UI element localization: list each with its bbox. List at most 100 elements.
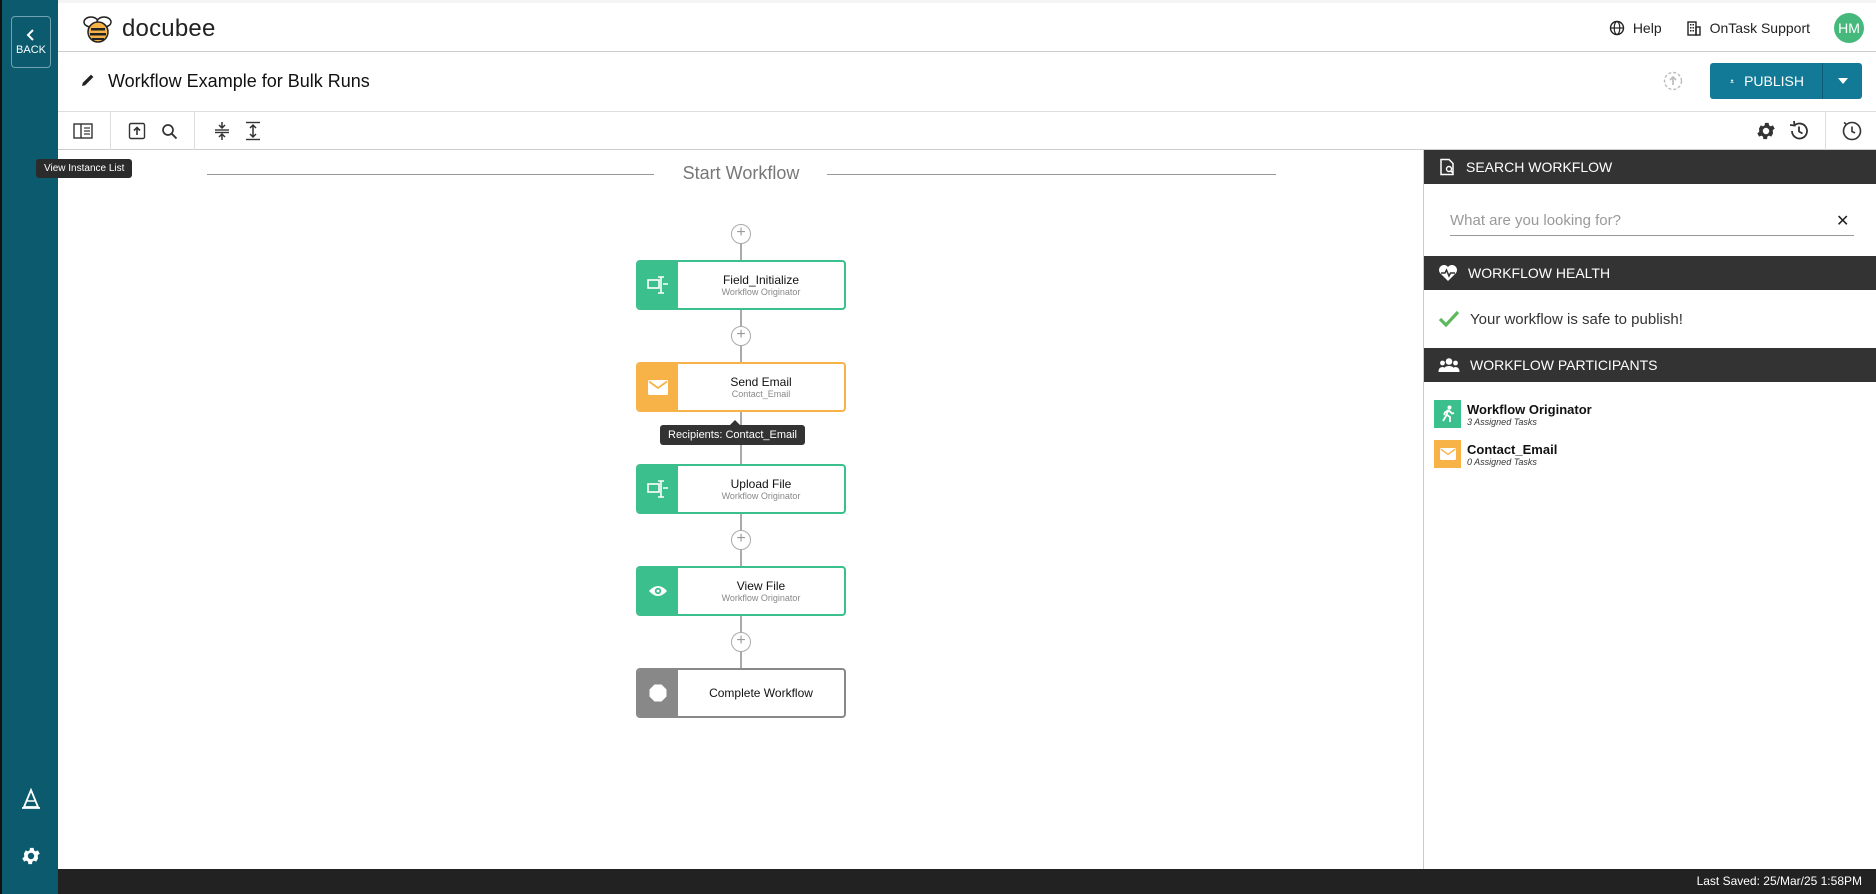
building-icon (1686, 21, 1701, 36)
view-instance-list-tooltip: View Instance List (36, 159, 133, 178)
status-footer: Last Saved: 25/Mar/25 1:58PM (58, 869, 1876, 894)
publish-label: PUBLISH (1744, 73, 1804, 89)
workflow-settings-button[interactable] (1753, 119, 1779, 143)
step-view-file[interactable]: View File Workflow Originator (636, 566, 846, 616)
form-task-icon (638, 262, 678, 308)
eye-icon (638, 568, 678, 614)
clear-search-icon[interactable]: ✕ (1836, 211, 1849, 231)
start-divider-line (827, 174, 1276, 175)
caret-down-icon (1837, 78, 1848, 84)
search-workflow-title: SEARCH WORKFLOW (1466, 159, 1613, 175)
search-workflow-input[interactable] (1450, 206, 1854, 236)
step-assignee: Workflow Originator (721, 593, 801, 603)
search-box: ✕ (1424, 184, 1876, 256)
step-complete-workflow[interactable]: Complete Workflow (636, 668, 846, 718)
health-message: Your workflow is safe to publish! (1470, 310, 1683, 328)
version-history-button[interactable] (1786, 119, 1812, 143)
step-title: Complete Workflow (709, 686, 813, 700)
chevron-left-icon (26, 28, 34, 41)
health-status: Your workflow is safe to publish! (1424, 290, 1876, 348)
participant-contact-email[interactable]: Contact_Email 0 Assigned Tasks (1424, 434, 1876, 474)
workflow-title[interactable]: Workflow Example for Bulk Runs (108, 71, 370, 92)
toolbar-divider (1825, 112, 1826, 150)
add-step-button[interactable]: + (731, 632, 751, 652)
form-task-icon (638, 466, 678, 512)
toggle-panel-button[interactable] (1839, 119, 1865, 143)
search-doc-icon (1440, 158, 1454, 176)
participant-tasks: 3 Assigned Tasks (1467, 416, 1537, 427)
publish-button[interactable]: PUBLISH (1710, 63, 1822, 99)
history-icon (1789, 120, 1808, 140)
add-step-button[interactable]: + (731, 326, 751, 346)
step-title: View File (736, 579, 786, 593)
user-avatar[interactable]: HM (1834, 13, 1864, 43)
step-assignee: Workflow Originator (721, 491, 801, 501)
step-title: Upload File (730, 477, 792, 491)
start-workflow-label: Start Workflow (682, 163, 800, 183)
gear-icon (1757, 122, 1775, 140)
workflow-health-header: WORKFLOW HEALTH (1424, 256, 1876, 290)
participant-name: Workflow Originator (1467, 401, 1592, 417)
workflow-participants-title: WORKFLOW PARTICIPANTS (1470, 357, 1658, 373)
back-label: BACK (16, 43, 46, 56)
add-step-button[interactable]: + (731, 224, 751, 244)
step-title: Send Email (730, 375, 792, 389)
last-saved-text: Last Saved: 25/Mar/25 1:58PM (1696, 874, 1862, 888)
workflow-health-title: WORKFLOW HEALTH (1468, 265, 1611, 281)
top-bar: docubee Help OnTask Support HM (58, 0, 1876, 52)
toolbar-divider (194, 112, 195, 150)
workflow-title-bar: Workflow Example for Bulk Runs PUBLISH (58, 52, 1876, 112)
heartbeat-icon (1439, 265, 1457, 281)
step-title: Field_Initialize (722, 273, 800, 287)
collapse-all-button[interactable] (209, 119, 235, 143)
walking-person-icon (1434, 400, 1461, 428)
logo-text: docubee (122, 15, 216, 42)
docubee-logo[interactable]: docubee (80, 13, 216, 45)
pencil-icon[interactable] (80, 72, 96, 88)
globe-icon (1609, 20, 1625, 36)
expand-all-button[interactable] (240, 119, 266, 143)
step-upload-file[interactable]: Upload File Workflow Originator (636, 464, 846, 514)
org-switcher[interactable]: OnTask Support (1686, 20, 1810, 36)
search-icon (161, 123, 177, 139)
publish-dropdown-button[interactable] (1822, 63, 1862, 99)
recipients-tooltip: Recipients: Contact_Email (660, 420, 806, 445)
sync-upload-icon[interactable] (1662, 70, 1684, 92)
collapse-icon (215, 122, 229, 140)
add-step-button[interactable]: + (731, 530, 751, 550)
stop-octagon-icon (638, 670, 678, 716)
upload-box-icon (128, 122, 146, 140)
expand-icon (246, 121, 260, 141)
toolbar-divider (110, 112, 111, 150)
envelope-icon (1434, 440, 1461, 468)
step-assignee: Workflow Originator (721, 287, 801, 297)
org-label: OnTask Support (1709, 20, 1810, 36)
workflow-participants-header: WORKFLOW PARTICIPANTS (1424, 348, 1876, 382)
gear-icon[interactable] (17, 842, 45, 870)
participant-name: Contact_Email (1467, 441, 1558, 457)
back-button[interactable]: BACK (11, 16, 51, 68)
workflow-side-panel: SEARCH WORKFLOW ✕ WORKFLOW HEALTH Your w… (1423, 150, 1876, 869)
bee-icon (83, 16, 112, 43)
start-divider-line (207, 174, 654, 175)
participant-workflow-originator[interactable]: Workflow Originator 3 Assigned Tasks (1424, 394, 1876, 434)
step-assignee: Contact_Email (731, 389, 791, 399)
canvas-toolbar (58, 112, 1876, 150)
people-icon (1438, 358, 1460, 372)
envelope-icon (638, 364, 678, 410)
help-label: Help (1632, 20, 1662, 36)
export-button[interactable] (124, 119, 150, 143)
panel-list-icon (73, 123, 93, 139)
instance-list-button[interactable] (70, 119, 96, 143)
step-send-email[interactable]: Send Email Contact_Email (636, 362, 846, 412)
help-link[interactable]: Help (1609, 20, 1662, 36)
publish-button-group: PUBLISH (1710, 63, 1862, 99)
checkmark-icon (1438, 310, 1460, 328)
sync-clock-icon (1842, 121, 1862, 141)
search-workflow-header: SEARCH WORKFLOW (1424, 150, 1876, 184)
step-field-initialize[interactable]: Field_Initialize Workflow Originator (636, 260, 846, 310)
cone-icon[interactable] (17, 785, 45, 813)
search-button[interactable] (156, 119, 182, 143)
left-rail: BACK (2, 0, 58, 894)
participant-tasks: 0 Assigned Tasks (1467, 456, 1537, 467)
